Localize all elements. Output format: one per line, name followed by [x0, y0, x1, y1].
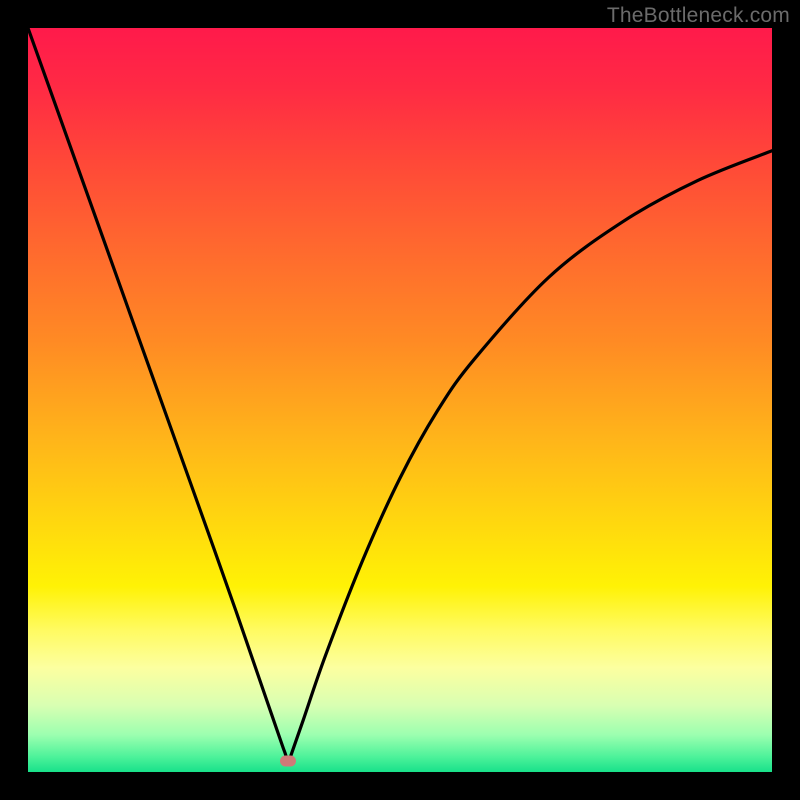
bottleneck-curve	[28, 28, 772, 761]
curve-svg	[28, 28, 772, 772]
plot-area	[28, 28, 772, 772]
watermark-text: TheBottleneck.com	[607, 4, 790, 28]
minimum-marker	[280, 755, 296, 766]
chart-frame: TheBottleneck.com	[0, 0, 800, 800]
